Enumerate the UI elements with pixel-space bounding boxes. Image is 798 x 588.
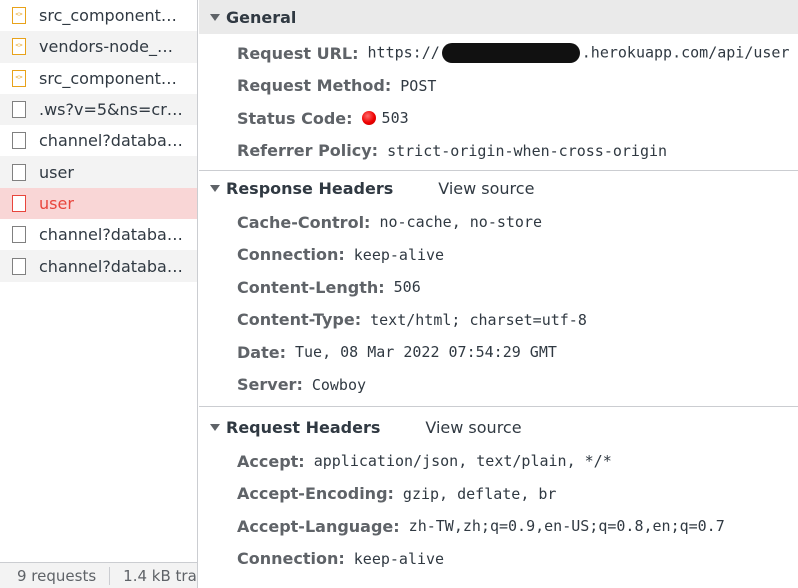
header-row: Cache-Control: no-cache, no-store xyxy=(199,206,798,239)
header-value: 506 xyxy=(393,278,421,297)
header-row: Server: Cowboy xyxy=(199,369,798,402)
request-row[interactable]: src_components_... xyxy=(0,63,197,94)
request-name: channel?databas... xyxy=(39,256,185,276)
header-value: https:// .herokuapp.com/api/user xyxy=(367,43,790,64)
header-key: Request Method: xyxy=(237,76,392,96)
header-key: Request URL: xyxy=(237,43,359,63)
status-bar: 9 requests 1.4 kB tra xyxy=(0,562,197,588)
request-row[interactable]: src_components_... xyxy=(0,0,197,31)
request-name: user xyxy=(39,193,74,213)
request-name: user xyxy=(39,162,74,182)
request-row-selected-error[interactable]: user xyxy=(0,187,197,220)
header-key: Server: xyxy=(237,375,303,395)
document-icon xyxy=(12,163,26,181)
headers-detail-panel: General Request URL: https:// .herokuapp.… xyxy=(199,0,798,588)
header-key: Cache-Control: xyxy=(237,212,371,232)
request-row[interactable]: vendors-node_m... xyxy=(0,31,197,63)
transferred-size: 1.4 kB tra xyxy=(123,566,197,585)
header-row: Status Code: 503 xyxy=(199,102,798,135)
header-value: POST xyxy=(400,76,437,95)
document-icon xyxy=(12,132,26,150)
header-row: Request URL: https:// .herokuapp.com/api/… xyxy=(199,37,798,70)
request-row[interactable]: channel?databas... xyxy=(0,250,197,282)
document-icon xyxy=(12,257,26,275)
header-value: no-cache, no-store xyxy=(379,213,543,232)
request-count: 9 requests xyxy=(17,566,97,585)
response-headers-section: Cache-Control: no-cache, no-store Connec… xyxy=(199,206,798,401)
js-file-icon xyxy=(12,7,26,25)
header-key: Connection: xyxy=(237,549,345,569)
request-name: channel?databas... xyxy=(39,225,185,245)
request-list-panel: src_components_... vendors-node_m... src… xyxy=(0,0,198,588)
document-icon xyxy=(12,101,26,119)
request-name: channel?databas... xyxy=(39,131,185,151)
header-row: Accept-Encoding: gzip, deflate, br xyxy=(199,478,798,511)
url-suffix: .herokuapp.com/api/user xyxy=(581,43,790,62)
request-name: src_components_... xyxy=(39,6,185,26)
request-row[interactable]: channel?databas... xyxy=(0,219,197,250)
header-key: Referrer Policy: xyxy=(237,141,379,161)
header-value: 503 xyxy=(381,109,409,128)
header-key: Content-Length: xyxy=(237,277,385,297)
header-key: Accept: xyxy=(237,451,305,471)
header-key: Accept-Language: xyxy=(237,516,400,536)
request-row[interactable]: user xyxy=(0,156,197,188)
header-value: text/html; charset=utf-8 xyxy=(370,310,587,329)
header-value: zh-TW,zh;q=0.9,en-US;q=0.8,en;q=0.7 xyxy=(408,517,725,536)
header-row: Connection: keep-alive xyxy=(199,239,798,272)
request-headers-section-header[interactable]: Request Headers View source xyxy=(199,410,798,445)
response-headers-section-header[interactable]: Response Headers View source xyxy=(199,171,798,206)
header-key: Status Code: xyxy=(237,108,353,128)
js-file-icon xyxy=(12,69,26,87)
header-row: Accept: application/json, text/plain, */… xyxy=(199,445,798,478)
header-row: Request Method: POST xyxy=(199,70,798,103)
request-row[interactable]: channel?databas... xyxy=(0,125,197,156)
header-row: Referrer Policy: strict-origin-when-cros… xyxy=(199,135,798,168)
request-row[interactable]: .ws?v=5&ns=cra... xyxy=(0,93,197,126)
header-key: Accept-Encoding: xyxy=(237,484,394,504)
redaction-mark xyxy=(441,43,580,64)
error-status-dot-icon xyxy=(361,111,376,126)
document-icon xyxy=(12,194,26,212)
request-name: vendors-node_m... xyxy=(39,37,185,57)
header-key: Content-Type: xyxy=(237,310,362,330)
expand-triangle-icon xyxy=(210,185,220,192)
header-value: Cowboy xyxy=(311,375,367,394)
header-key: Date: xyxy=(237,342,286,362)
section-title: Request Headers xyxy=(226,418,381,437)
js-file-icon xyxy=(12,38,26,56)
section-title: Response Headers xyxy=(226,179,394,198)
header-value: application/json, text/plain, */* xyxy=(313,452,612,471)
request-name: .ws?v=5&ns=cra... xyxy=(39,100,185,120)
view-source-link[interactable]: View source xyxy=(425,418,521,437)
section-title: General xyxy=(226,7,297,27)
general-section: Request URL: https:// .herokuapp.com/api/… xyxy=(199,34,798,167)
header-row: Date: Tue, 08 Mar 2022 07:54:29 GMT xyxy=(199,336,798,369)
request-name: src_components_... xyxy=(39,68,185,88)
view-source-link[interactable]: View source xyxy=(438,179,534,198)
expand-triangle-icon xyxy=(210,424,220,431)
document-icon xyxy=(12,226,26,244)
header-value: Tue, 08 Mar 2022 07:54:29 GMT xyxy=(294,343,557,362)
expand-triangle-icon xyxy=(210,13,220,21)
header-value: keep-alive xyxy=(353,245,445,264)
header-row: Accept-Language: zh-TW,zh;q=0.9,en-US;q=… xyxy=(199,510,798,543)
url-prefix: https:// xyxy=(367,43,440,62)
header-value: gzip, deflate, br xyxy=(402,484,557,503)
header-row: Content-Length: 506 xyxy=(199,271,798,304)
divider xyxy=(109,566,111,585)
header-value: strict-origin-when-cross-origin xyxy=(387,141,668,160)
general-section-header[interactable]: General xyxy=(199,0,798,34)
header-row: Content-Type: text/html; charset=utf-8 xyxy=(199,304,798,337)
header-value: keep-alive xyxy=(353,549,445,568)
header-row: Connection: keep-alive xyxy=(199,543,798,576)
header-key: Connection: xyxy=(237,245,345,265)
request-headers-section: Accept: application/json, text/plain, */… xyxy=(199,445,798,575)
divider xyxy=(199,406,798,407)
